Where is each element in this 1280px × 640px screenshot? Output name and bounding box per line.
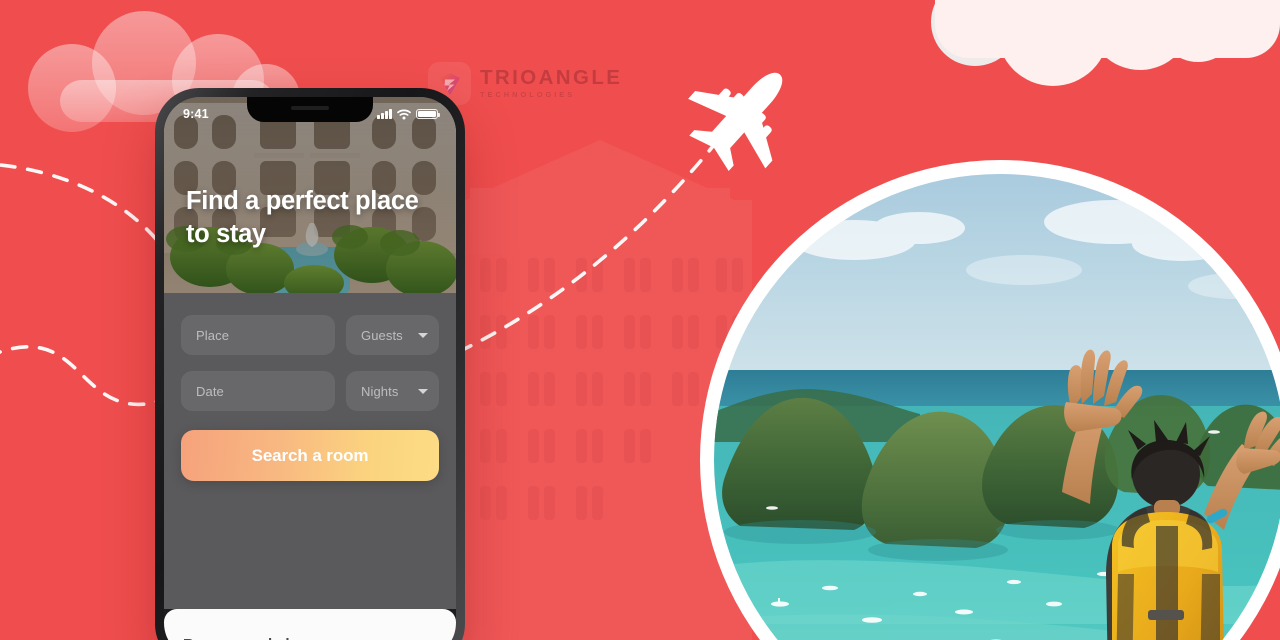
place-input-placeholder: Place [196,327,230,343]
recommended-sheet: Recommended [164,609,456,640]
chevron-down-icon [418,388,428,394]
hero-photo-ring [700,160,1280,640]
guests-select-label: Guests [361,327,403,343]
traveler-with-backpack-overlooking-tropical-bay-photo [714,174,1280,640]
search-row-2: Date Nights [181,371,439,411]
place-input[interactable]: Place [181,315,335,355]
cellular-signal-icon [377,109,392,119]
date-input-placeholder: Date [196,383,224,399]
nights-select[interactable]: Nights [346,371,439,411]
cloud-icon [931,0,1280,86]
recommended-title: Recommended [183,636,437,640]
airplane-icon [688,72,783,172]
brand-logo: TRIOANGLE TECHNOLOGIES [428,62,622,105]
search-row-1: Place Guests [181,315,439,355]
date-input[interactable]: Date [181,371,335,411]
wifi-icon [397,109,411,119]
hero-photo-circle [714,174,1280,640]
nights-select-label: Nights [361,383,399,399]
guests-select[interactable]: Guests [346,315,439,355]
brand-text: TRIOANGLE TECHNOLOGIES [480,67,622,101]
brand-subtitle: TECHNOLOGIES [480,90,576,100]
brand-name: TRIOANGLE [480,65,623,89]
status-icons [377,108,440,120]
search-panel: Place Guests Date Nights Search a room [164,293,456,609]
status-time: 9:41 [183,107,209,121]
phone-mockup: 9:41 Find a perfect place to stay Place … [155,88,465,640]
hero-title: Find a perfect place to stay [186,187,419,249]
status-bar: 9:41 [164,97,456,127]
chevron-down-icon [418,332,428,338]
search-a-room-button[interactable]: Search a room [181,430,439,481]
phone-screen: 9:41 Find a perfect place to stay Place … [164,97,456,640]
battery-full-icon [416,108,440,120]
